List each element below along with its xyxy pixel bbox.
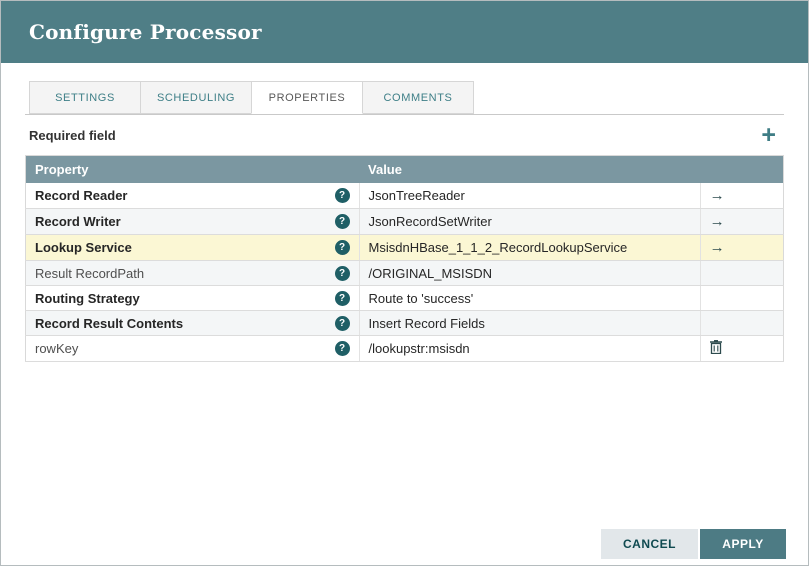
configure-processor-dialog: Configure Processor SETTINGS SCHEDULING … <box>0 0 809 566</box>
help-icon[interactable]: ? <box>334 214 350 229</box>
property-value[interactable]: JsonTreeReader <box>358 183 701 209</box>
dialog-header: Configure Processor <box>1 1 808 63</box>
help-icon[interactable]: ? <box>334 341 350 356</box>
row-actions-cell: → <box>699 183 784 209</box>
dialog-title: Configure Processor <box>29 20 262 44</box>
property-value[interactable]: MsisdnHBase_1_1_2_RecordLookupService <box>358 234 701 261</box>
table-row: Result RecordPath ? /ORIGINAL_MSISDN <box>25 260 784 286</box>
property-name-cell: Record Reader ? <box>25 183 360 209</box>
dialog-footer: CANCEL APPLY <box>601 529 786 559</box>
tab-scheduling[interactable]: SCHEDULING <box>140 81 252 114</box>
help-icon[interactable]: ? <box>334 315 350 331</box>
table-row: Record Writer ? JsonRecordSetWriter → <box>25 208 784 235</box>
property-name: Lookup Service <box>35 240 132 255</box>
help-icon[interactable]: ? <box>334 290 350 306</box>
property-name: Routing Strategy <box>35 290 140 306</box>
required-field-label: Required field <box>29 127 116 143</box>
column-header-value: Value <box>359 155 701 183</box>
property-name-cell: Result RecordPath ? <box>25 260 360 286</box>
apply-button[interactable]: APPLY <box>700 529 786 559</box>
table-row: Lookup Service ? MsisdnHBase_1_1_2_Recor… <box>25 234 784 261</box>
tab-bar: SETTINGS SCHEDULING PROPERTIES COMMENTS <box>25 81 784 115</box>
property-name-cell: Routing Strategy ? <box>25 285 360 311</box>
property-value[interactable]: /ORIGINAL_MSISDN <box>358 260 701 286</box>
property-name: Record Result Contents <box>35 315 184 331</box>
property-value[interactable]: JsonRecordSetWriter <box>358 208 701 235</box>
table-row: Routing Strategy ? Route to 'success' <box>25 285 784 311</box>
property-name: Record Reader <box>35 188 128 203</box>
column-header-property: Property <box>25 155 360 183</box>
go-to-service-icon[interactable]: → <box>710 213 725 230</box>
property-name-cell: Record Writer ? <box>25 208 360 235</box>
property-name: Result RecordPath <box>35 265 145 281</box>
property-name-cell: Lookup Service ? <box>25 234 360 261</box>
row-actions-cell <box>699 285 784 311</box>
go-to-service-icon[interactable]: → <box>710 239 725 256</box>
tab-properties[interactable]: PROPERTIES <box>251 81 363 114</box>
help-icon[interactable]: ? <box>334 240 350 255</box>
property-name: rowKey <box>35 341 79 356</box>
table-row: rowKey ? /lookupstr:msisdn <box>25 335 784 362</box>
properties-table-header: Property Value <box>25 155 784 183</box>
table-row: Record Result Contents ? Insert Record F… <box>25 310 784 336</box>
property-name-cell: Record Result Contents ? <box>25 310 360 336</box>
row-actions-cell <box>699 310 784 336</box>
delete-property-icon[interactable] <box>709 340 722 355</box>
cancel-button[interactable]: CANCEL <box>601 529 698 559</box>
properties-toolbar: Required field + <box>25 115 784 155</box>
row-actions-cell: → <box>699 234 784 261</box>
row-actions-cell: → <box>699 208 784 235</box>
help-icon[interactable]: ? <box>334 188 350 203</box>
row-actions-cell <box>699 260 784 286</box>
property-name-cell: rowKey ? <box>25 335 360 362</box>
column-header-actions <box>700 155 784 183</box>
property-name: Record Writer <box>35 214 121 229</box>
go-to-service-icon[interactable]: → <box>710 187 725 204</box>
property-value[interactable]: Route to 'success' <box>358 285 701 311</box>
property-value[interactable]: /lookupstr:msisdn <box>358 335 701 362</box>
properties-table: Property Value Record Reader ? JsonTreeR… <box>25 155 784 362</box>
dialog-body: SETTINGS SCHEDULING PROPERTIES COMMENTS … <box>1 63 808 362</box>
property-value[interactable]: Insert Record Fields <box>358 310 701 336</box>
tab-settings[interactable]: SETTINGS <box>29 81 141 114</box>
add-property-button[interactable]: + <box>757 122 780 148</box>
row-actions-cell <box>699 335 784 362</box>
help-icon[interactable]: ? <box>334 265 350 281</box>
table-row: Record Reader ? JsonTreeReader → <box>25 183 784 209</box>
tab-comments[interactable]: COMMENTS <box>362 81 474 114</box>
